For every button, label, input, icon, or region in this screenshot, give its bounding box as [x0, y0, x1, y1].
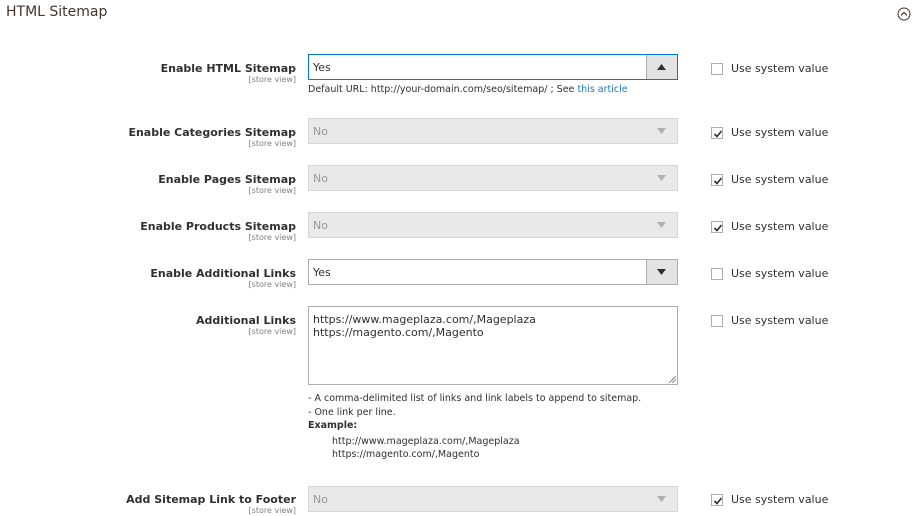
- section-title[interactable]: HTML Sitemap: [6, 4, 107, 20]
- example-label: Example:: [308, 420, 358, 431]
- this-article-link[interactable]: this article: [577, 84, 627, 95]
- select-value: No: [313, 219, 328, 232]
- select-value: No: [313, 125, 328, 138]
- field-label: Enable Categories Sitemap: [128, 126, 296, 139]
- enable-categories-sitemap-select[interactable]: No: [308, 118, 678, 144]
- select-value: Yes: [313, 266, 331, 279]
- additional-links-label: Additional Links [store view]: [36, 314, 296, 336]
- additional-links-comment: - A comma-delimited list of links and li…: [308, 392, 641, 462]
- scope-label: [store view]: [248, 506, 296, 515]
- select-arrow: [647, 487, 677, 511]
- enable-products-sitemap-label: Enable Products Sitemap [store view]: [36, 220, 296, 242]
- select-arrow: [647, 213, 677, 237]
- checkmark-icon: [713, 224, 723, 232]
- checkbox-checked[interactable]: [711, 221, 723, 233]
- checkbox-checked[interactable]: [711, 174, 723, 186]
- caret-down-icon: [657, 269, 666, 275]
- checkmark-icon: [713, 497, 723, 505]
- select-value: Yes: [313, 61, 331, 74]
- checkbox-label: Use system value: [731, 220, 829, 233]
- field-label: Add Sitemap Link to Footer: [126, 493, 296, 506]
- field-label: Additional Links: [196, 314, 296, 327]
- scope-label: [store view]: [248, 327, 296, 336]
- field-label: Enable Pages Sitemap: [158, 173, 296, 186]
- select-arrow: [647, 119, 677, 143]
- note-text: Default URL: http://your-domain.com/seo/…: [308, 84, 578, 95]
- textarea-line: https://www.mageplaza.com/,Mageplaza: [313, 313, 536, 326]
- checkbox-checked[interactable]: [711, 494, 723, 506]
- enable-html-sitemap-label: Enable HTML Sitemap [store view]: [36, 62, 296, 84]
- field-label: Enable HTML Sitemap: [160, 62, 296, 75]
- enable-products-sitemap-select[interactable]: No: [308, 212, 678, 238]
- checkbox[interactable]: [711, 315, 723, 327]
- scope-label: [store view]: [248, 139, 296, 148]
- enable-additional-links-select[interactable]: Yes: [308, 259, 678, 285]
- select-value: No: [313, 493, 328, 506]
- example-line: https://magento.com/,Magento: [332, 449, 480, 460]
- additional-links-textarea[interactable]: https://www.mageplaza.com/,Mageplaza htt…: [308, 306, 678, 385]
- checkbox-label: Use system value: [731, 314, 829, 327]
- checkbox-label: Use system value: [731, 62, 829, 75]
- caret-up-icon: [657, 64, 666, 70]
- caret-down-icon: [657, 128, 666, 134]
- caret-down-icon: [657, 175, 666, 181]
- checkbox-label: Use system value: [731, 267, 829, 280]
- enable-categories-sitemap-label: Enable Categories Sitemap [store view]: [36, 126, 296, 148]
- collapse-icon[interactable]: [897, 7, 911, 21]
- enable-html-sitemap-select[interactable]: Yes: [308, 54, 678, 80]
- checkbox-label: Use system value: [731, 126, 829, 139]
- checkmark-icon: [713, 177, 723, 185]
- scope-label: [store view]: [248, 280, 296, 289]
- checkmark-icon: [713, 130, 723, 138]
- select-arrow: [647, 166, 677, 190]
- select-arrow[interactable]: [646, 260, 677, 284]
- checkbox-checked[interactable]: [711, 127, 723, 139]
- checkbox-label: Use system value: [731, 493, 829, 506]
- scope-label: [store view]: [248, 75, 296, 84]
- add-sitemap-link-footer-label: Add Sitemap Link to Footer [store view]: [36, 493, 296, 515]
- comment-line: - One link per line.: [308, 406, 396, 418]
- enable-pages-sitemap-select[interactable]: No: [308, 165, 678, 191]
- field-label: Enable Additional Links: [150, 267, 296, 280]
- add-sitemap-link-footer-select[interactable]: No: [308, 486, 678, 512]
- select-arrow[interactable]: [646, 55, 677, 79]
- enable-pages-sitemap-label: Enable Pages Sitemap [store view]: [36, 173, 296, 195]
- scope-label: [store view]: [248, 186, 296, 195]
- caret-down-icon: [657, 496, 666, 502]
- checkbox[interactable]: [711, 63, 723, 75]
- checkbox-label: Use system value: [731, 173, 829, 186]
- select-value: No: [313, 172, 328, 185]
- scope-label: [store view]: [248, 233, 296, 242]
- resize-grip-icon[interactable]: [668, 375, 676, 383]
- default-url-note: Default URL: http://your-domain.com/seo/…: [308, 84, 628, 95]
- caret-down-icon: [657, 222, 666, 228]
- textarea-line: https://magento.com/,Magento: [313, 326, 484, 339]
- checkbox[interactable]: [711, 268, 723, 280]
- example-line: http://www.mageplaza.com/,Mageplaza: [332, 435, 520, 447]
- field-label: Enable Products Sitemap: [140, 220, 296, 233]
- enable-additional-links-label: Enable Additional Links [store view]: [36, 267, 296, 289]
- comment-line: - A comma-delimited list of links and li…: [308, 393, 642, 404]
